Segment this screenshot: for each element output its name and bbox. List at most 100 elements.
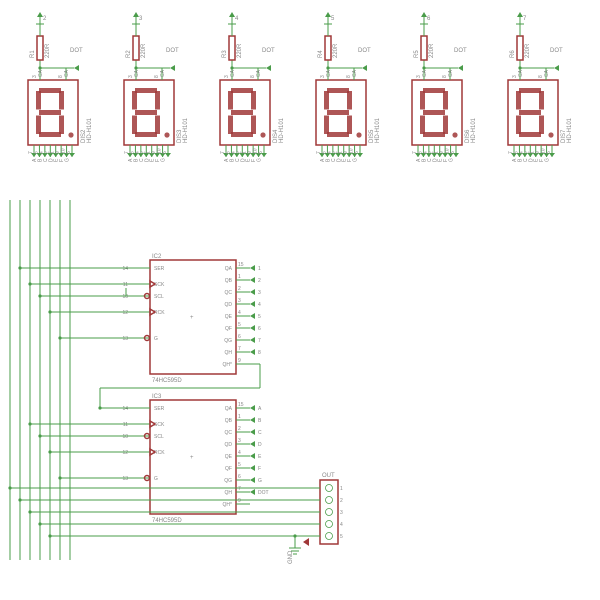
svg-text:HD-H101: HD-H101 [87, 117, 93, 143]
svg-text:15: 15 [238, 402, 244, 408]
svg-text:2: 2 [340, 498, 343, 504]
svg-text:QH: QH [225, 350, 233, 356]
svg-text:6: 6 [427, 16, 431, 22]
svg-text:2: 2 [43, 16, 47, 22]
svg-text:DOT: DOT [454, 48, 467, 54]
svg-text:5: 5 [238, 322, 241, 328]
svg-text:5: 5 [258, 314, 261, 320]
svg-text:QF: QF [225, 326, 232, 332]
svg-text:HD-H101: HD-H101 [375, 117, 381, 143]
svg-text:11: 11 [123, 422, 128, 428]
svg-text:220R: 220R [45, 43, 51, 58]
svg-text:CA: CA [326, 69, 332, 77]
svg-text:C: C [258, 430, 262, 436]
svg-text:220R: 220R [525, 43, 531, 58]
svg-text:R1: R1 [30, 50, 36, 58]
svg-text:7: 7 [523, 16, 527, 22]
svg-text:220R: 220R [237, 43, 243, 58]
svg-text:12: 12 [122, 450, 128, 456]
svg-text:G: G [154, 476, 158, 482]
svg-text:GND: GND [288, 550, 294, 564]
svg-text:1: 1 [238, 414, 241, 420]
svg-text:HD-H101: HD-H101 [183, 117, 189, 143]
svg-text:3: 3 [139, 16, 143, 22]
svg-text:3: 3 [340, 510, 343, 516]
svg-text:220R: 220R [333, 43, 339, 58]
svg-text:SCK: SCK [154, 282, 165, 288]
svg-text:1: 1 [340, 486, 343, 492]
svg-text:F: F [258, 466, 261, 472]
svg-text:10: 10 [122, 294, 128, 300]
svg-text:QG: QG [224, 478, 232, 484]
schematic-canvas: DIS2HD-H10138CACAR1220R2DOT7A6B4C2D1E9F1… [0, 0, 600, 600]
svg-text:2: 2 [238, 426, 241, 432]
svg-text:7: 7 [238, 346, 241, 352]
svg-text:R5: R5 [414, 50, 420, 58]
svg-text:4: 4 [238, 310, 241, 316]
svg-text:QD: QD [225, 442, 233, 448]
svg-text:QH: QH [225, 490, 233, 496]
svg-text:74HC595D: 74HC595D [152, 518, 182, 524]
svg-text:220R: 220R [141, 43, 147, 58]
svg-text:DOT: DOT [70, 48, 83, 54]
svg-text:DOT: DOT [358, 48, 371, 54]
svg-text:OUT: OUT [322, 473, 335, 479]
svg-text:RCK: RCK [154, 310, 165, 316]
svg-text:CA: CA [518, 69, 524, 77]
svg-text:A: A [258, 406, 262, 412]
svg-text:15: 15 [238, 262, 244, 268]
svg-text:7: 7 [258, 338, 261, 344]
svg-text:4: 4 [235, 16, 239, 22]
svg-text:QD: QD [225, 302, 233, 308]
svg-text:G: G [258, 478, 262, 484]
svg-text:13: 13 [122, 476, 128, 482]
svg-text:74HC595D: 74HC595D [152, 378, 182, 384]
svg-text:14: 14 [122, 266, 128, 272]
svg-text:CA: CA [544, 69, 550, 77]
svg-text:DOT: DOT [262, 48, 275, 54]
svg-text:QC: QC [225, 290, 233, 296]
svg-text:SER: SER [154, 266, 165, 272]
svg-text:1: 1 [258, 266, 261, 272]
svg-text:SER: SER [154, 406, 165, 412]
svg-text:QB: QB [225, 278, 233, 284]
svg-text:SCL: SCL [154, 294, 164, 300]
svg-text:11: 11 [123, 282, 128, 288]
svg-text:5: 5 [238, 462, 241, 468]
svg-text:4: 4 [340, 522, 343, 528]
svg-text:QA: QA [225, 266, 233, 272]
svg-text:DOT: DOT [550, 48, 563, 54]
svg-text:CA: CA [230, 69, 236, 77]
svg-text:3: 3 [238, 298, 241, 304]
svg-text:G: G [545, 158, 551, 162]
svg-text:+: + [190, 455, 194, 461]
svg-text:10: 10 [122, 434, 128, 440]
svg-text:3: 3 [238, 438, 241, 444]
svg-text:220R: 220R [429, 43, 435, 58]
svg-text:G: G [449, 158, 455, 162]
svg-text:14: 14 [122, 406, 128, 412]
svg-text:QG: QG [224, 338, 232, 344]
svg-text:HD-H101: HD-H101 [567, 117, 573, 143]
svg-text:CA: CA [448, 69, 454, 77]
svg-text:4: 4 [238, 450, 241, 456]
svg-text:1: 1 [238, 274, 241, 280]
svg-text:CA: CA [38, 69, 44, 77]
svg-text:R6: R6 [510, 50, 516, 58]
svg-text:CA: CA [256, 69, 262, 77]
svg-text:R3: R3 [222, 50, 228, 58]
svg-text:12: 12 [122, 310, 128, 316]
svg-text:QF: QF [225, 466, 232, 472]
svg-text:B: B [258, 418, 262, 424]
svg-text:G: G [257, 158, 263, 162]
svg-text:6: 6 [238, 474, 241, 480]
svg-text:CA: CA [352, 69, 358, 77]
svg-text:HD-H101: HD-H101 [471, 117, 477, 143]
svg-text:R2: R2 [126, 50, 132, 58]
svg-text:4: 4 [258, 302, 261, 308]
svg-text:QE: QE [225, 454, 233, 460]
svg-text:7: 7 [238, 486, 241, 492]
svg-text:CA: CA [134, 69, 140, 77]
svg-text:R4: R4 [318, 50, 324, 58]
svg-text:IC3: IC3 [152, 394, 162, 400]
